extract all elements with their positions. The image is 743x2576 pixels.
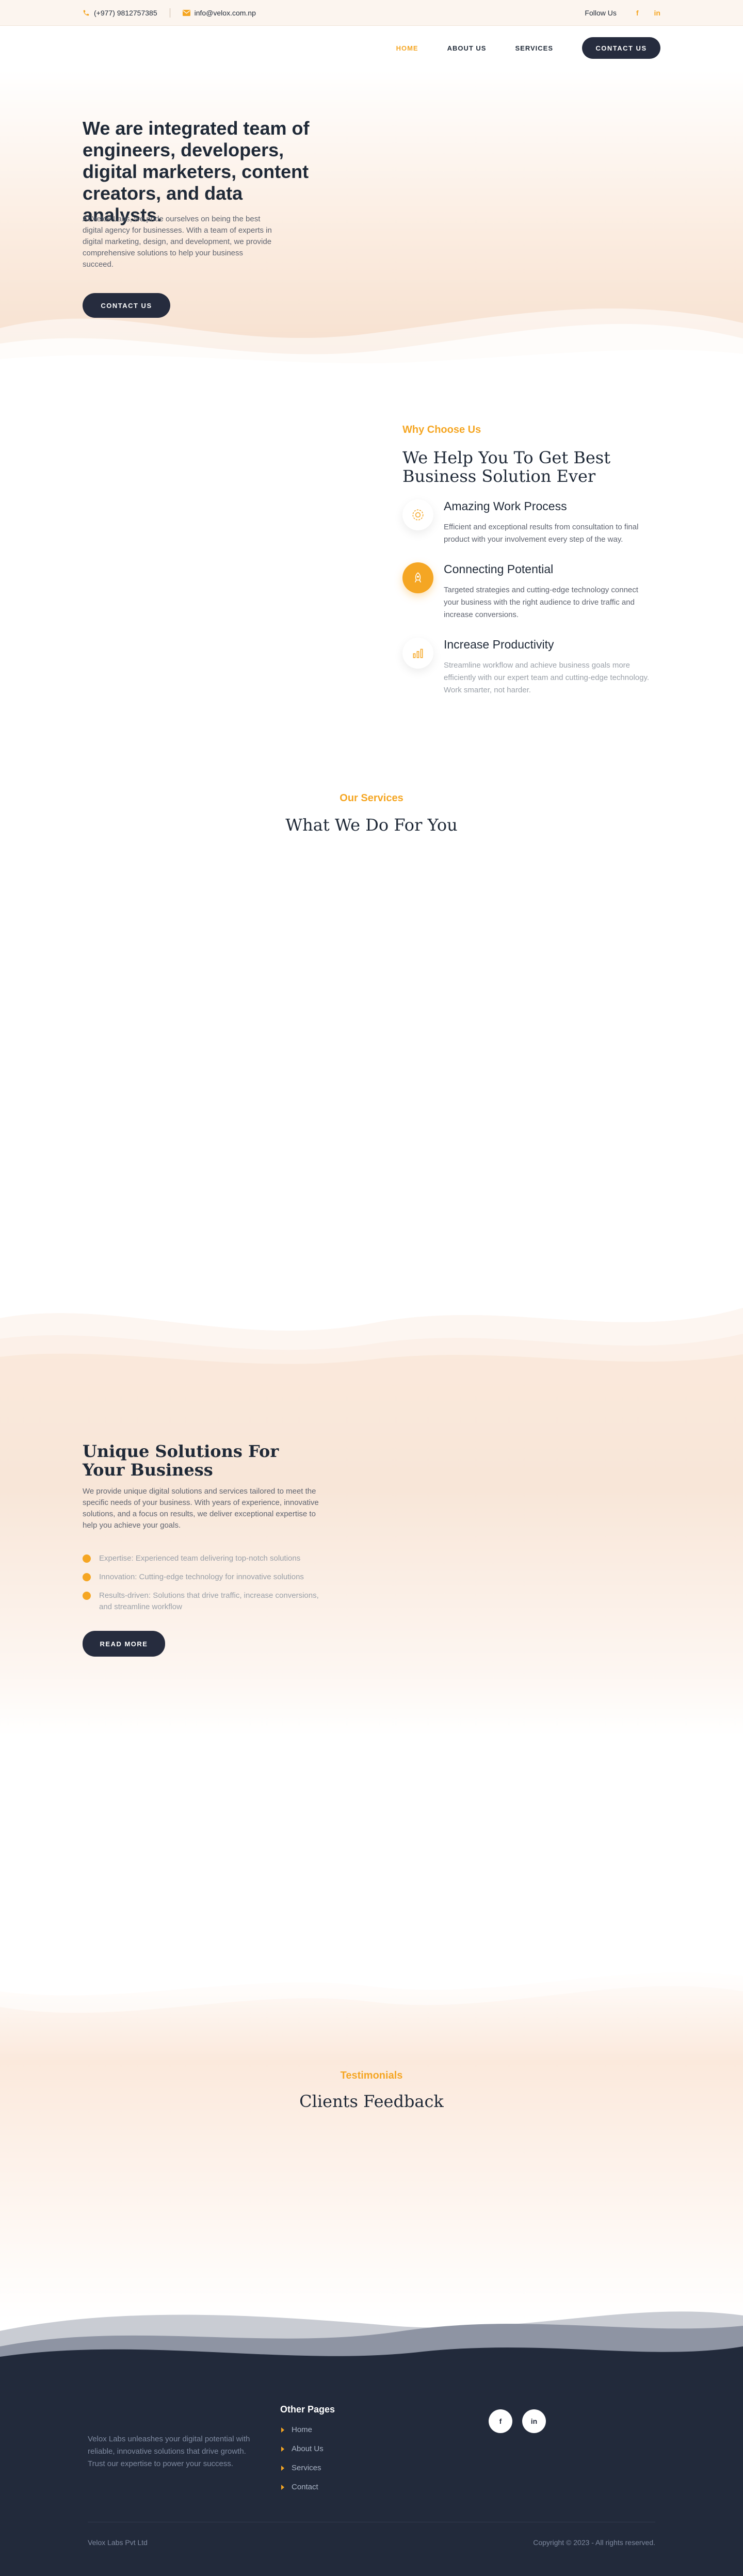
testimonials-top-wave: [0, 1961, 743, 2013]
testimonials-title: Clients Feedback: [299, 2092, 444, 2111]
list-item: Results-driven: Solutions that drive tra…: [83, 1590, 320, 1613]
list-item: Expertise: Experienced team delivering t…: [83, 1553, 320, 1564]
chevron-right-icon: [281, 2427, 284, 2433]
list-item: Innovation: Cutting-edge technology for …: [83, 1571, 320, 1583]
testimonials-section: Testimonials Clients Feedback: [0, 1961, 743, 2322]
point-text: Results-driven: Solutions that drive tra…: [99, 1591, 319, 1611]
footer-link-label: Home: [292, 2425, 313, 2434]
read-more-button[interactable]: READ MORE: [83, 1631, 165, 1657]
nav-services[interactable]: SERVICES: [515, 44, 553, 52]
footer-pages-title: Other Pages: [280, 2404, 335, 2415]
unique-solutions-section: Unique Solutions For Your Business We pr…: [0, 1287, 743, 1736]
nav-contact-button[interactable]: CONTACT US: [582, 37, 660, 59]
main-nav: HOME ABOUT US SERVICES CONTACT US: [0, 26, 743, 70]
unique-points: Expertise: Experienced team delivering t…: [83, 1553, 320, 1620]
check-icon: [83, 1573, 91, 1581]
why-title: We Help You To Get Best Business Solutio…: [402, 448, 611, 486]
chart-icon: [402, 638, 433, 669]
why-label: Why Choose Us: [402, 424, 481, 435]
testimonials-label: Testimonials: [340, 2070, 403, 2081]
services-title: What We Do For You: [285, 815, 458, 835]
nav-home[interactable]: HOME: [396, 44, 418, 52]
copyright-text: Copyright © 2023 - All rights reserved.: [533, 2538, 655, 2547]
top-bar: (+977) 9812757385 info@velox.com.np Foll…: [0, 0, 743, 26]
phone-number: (+977) 9812757385: [94, 9, 157, 17]
footer-link-label: Services: [292, 2464, 321, 2472]
chevron-right-icon: [281, 2485, 284, 2490]
check-icon: [83, 1592, 91, 1600]
unique-top-wave: [0, 1287, 743, 1364]
hero-heading: We are integrated team of engineers, dev…: [83, 118, 310, 225]
unique-text: We provide unique digital solutions and …: [83, 1487, 319, 1530]
footer: Velox Labs unleashes your digital potent…: [0, 2295, 743, 2576]
page: (+977) 9812757385 info@velox.com.np Foll…: [0, 0, 743, 2576]
feature-title: Connecting Potential: [444, 562, 554, 576]
footer-link-services[interactable]: Services: [280, 2462, 324, 2481]
phone-contact[interactable]: (+977) 9812757385: [83, 9, 157, 17]
services-label: Our Services: [340, 792, 403, 804]
footer-about: Velox Labs unleashes your digital potent…: [88, 2435, 250, 2468]
feature-title: Increase Productivity: [444, 638, 554, 651]
why-choose-us: Why Choose Us We Help You To Get Best Bu…: [402, 424, 660, 694]
hero-wave: [0, 308, 743, 369]
feature-text: Efficient and exceptional results from c…: [444, 523, 639, 544]
footer-link-contact[interactable]: Contact: [280, 2481, 324, 2500]
contact-info: (+977) 9812757385 info@velox.com.np: [83, 8, 256, 18]
footer-facebook-icon[interactable]: f: [489, 2409, 512, 2433]
feature-text: Targeted strategies and cutting-edge tec…: [444, 586, 638, 619]
chevron-right-icon: [281, 2447, 284, 2452]
follow-us: Follow Us f in: [585, 9, 660, 17]
email-contact[interactable]: info@velox.com.np: [182, 9, 256, 17]
rocket-icon: [402, 562, 433, 593]
nav-about-us[interactable]: ABOUT US: [447, 44, 487, 52]
footer-link-about-us[interactable]: About Us: [280, 2443, 324, 2462]
email-address: info@velox.com.np: [194, 9, 256, 17]
testimonials-header: Testimonials Clients Feedback: [0, 2070, 743, 2111]
linkedin-icon[interactable]: in: [654, 9, 660, 17]
phone-icon: [83, 10, 89, 16]
facebook-icon[interactable]: f: [636, 9, 639, 17]
unique-title: Unique Solutions For Your Business: [83, 1441, 279, 1480]
hero-section: We are integrated team of engineers, dev…: [0, 70, 743, 369]
nav-menu: HOME ABOUT US SERVICES CONTACT US: [396, 26, 660, 70]
check-icon: [83, 1554, 91, 1563]
footer-link-label: Contact: [292, 2483, 318, 2491]
footer-link-home[interactable]: Home: [280, 2424, 324, 2443]
follow-label: Follow Us: [585, 9, 617, 17]
services-section: Our Services What We Do For You: [0, 792, 743, 834]
mail-icon: [182, 10, 190, 16]
hero-text: At Velox Labs, we pride ourselves on bei…: [83, 215, 272, 269]
company-name: Velox Labs Pvt Ltd: [88, 2538, 148, 2547]
gear-icon: [402, 499, 433, 530]
footer-link-label: About Us: [292, 2444, 324, 2453]
chevron-right-icon: [281, 2466, 284, 2471]
point-text: Expertise: Experienced team delivering t…: [99, 1554, 301, 1563]
footer-pages: Home About Us Services Contact: [280, 2424, 324, 2500]
feature-title: Amazing Work Process: [444, 499, 567, 513]
feature-text: Streamline workflow and achieve business…: [444, 661, 650, 694]
point-text: Innovation: Cutting-edge technology for …: [99, 1573, 304, 1581]
footer-linkedin-icon[interactable]: in: [522, 2409, 546, 2433]
